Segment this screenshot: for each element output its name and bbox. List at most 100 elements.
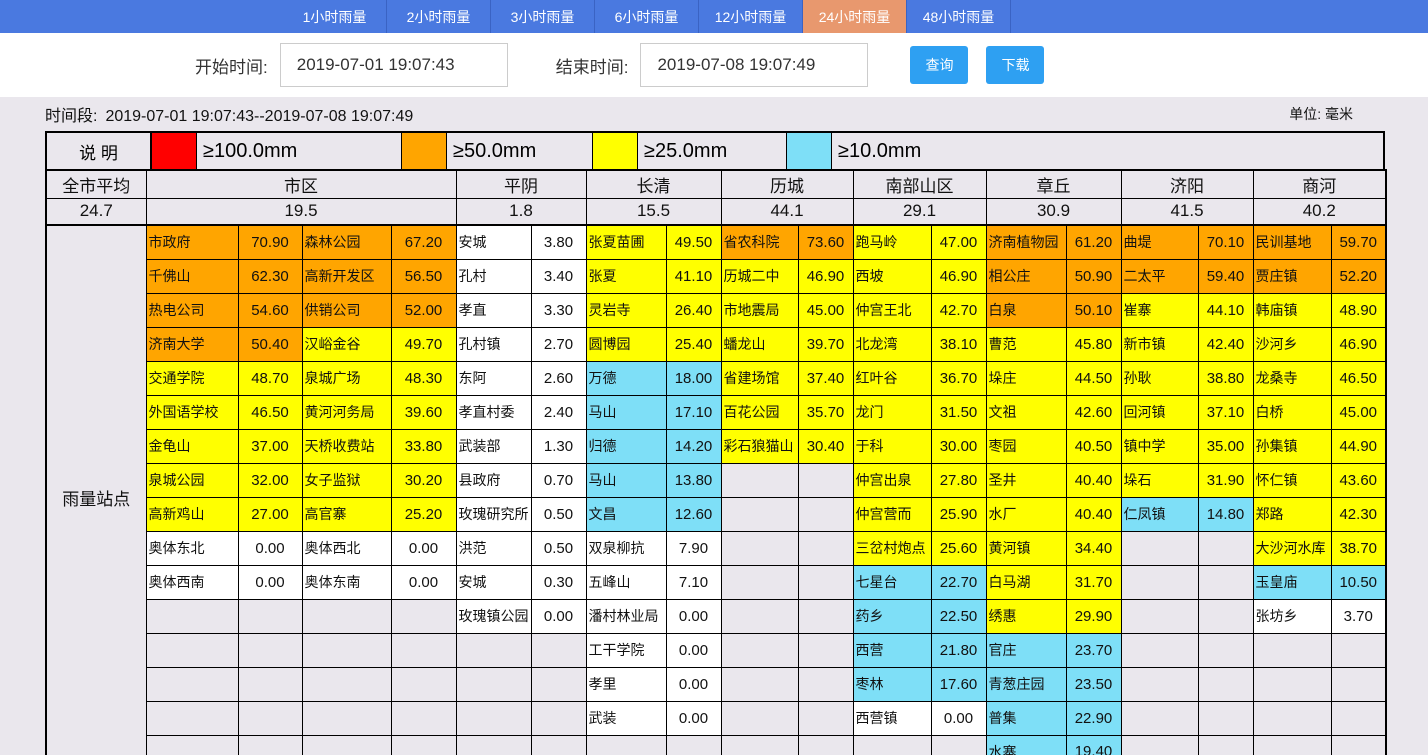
start-time-input[interactable]: [280, 43, 508, 87]
station-name-cell: 潘村林业局: [586, 599, 666, 633]
station-name-cell: [1121, 735, 1198, 755]
average-region-市区: 19.5: [146, 198, 456, 225]
station-name-cell: 安城: [456, 565, 531, 599]
station-value-cell: 40.40: [1066, 463, 1121, 497]
station-value-cell: 39.60: [391, 395, 456, 429]
station-name-cell: 外国语学校: [146, 395, 238, 429]
period-info-row: 时间段:2019-07-01 19:07:43--2019-07-08 19:0…: [0, 97, 1428, 131]
station-value-cell: 41.10: [666, 259, 721, 293]
station-value-cell: 3.70: [1331, 599, 1386, 633]
station-value-cell: 0.00: [238, 565, 302, 599]
station-value-cell: 42.30: [1331, 497, 1386, 531]
station-value-cell: [238, 633, 302, 667]
station-value-cell: [1331, 735, 1386, 755]
station-name-cell: 安城: [456, 225, 531, 259]
station-value-cell: 37.10: [1198, 395, 1253, 429]
station-value-cell: [1331, 633, 1386, 667]
station-name-cell: [146, 667, 238, 701]
station-value-cell: 50.40: [238, 327, 302, 361]
station-value-cell: 27.00: [238, 497, 302, 531]
download-button[interactable]: 下载: [986, 46, 1044, 84]
end-time-input[interactable]: [640, 43, 868, 87]
table-row: 交通学院48.70泉城广场48.30东阿2.60万德18.00省建场馆37.40…: [46, 361, 1386, 395]
legend-swatch: [151, 133, 197, 169]
station-name-cell: 民训基地: [1253, 225, 1331, 259]
station-value-cell: 44.50: [1066, 361, 1121, 395]
station-name-cell: 金龟山: [146, 429, 238, 463]
station-name-cell: 张夏苗圃: [586, 225, 666, 259]
station-name-cell: [721, 735, 798, 755]
station-value-cell: 14.80: [1198, 497, 1253, 531]
station-name-cell: 于科: [853, 429, 931, 463]
query-button[interactable]: 查询: [910, 46, 968, 84]
table-row: 奥体西南0.00奥体东南0.00安城0.30五峰山7.10七星台22.70白马湖…: [46, 565, 1386, 599]
station-name-cell: 绣惠: [986, 599, 1066, 633]
station-name-cell: 红叶谷: [853, 361, 931, 395]
tab-6小时雨量[interactable]: 6小时雨量: [595, 0, 699, 33]
station-name-cell: 枣园: [986, 429, 1066, 463]
tab-48小时雨量[interactable]: 48小时雨量: [907, 0, 1011, 33]
station-value-cell: 25.90: [931, 497, 986, 531]
station-name-cell: 高新开发区: [302, 259, 391, 293]
station-name-cell: 万德: [586, 361, 666, 395]
station-name-cell: 奥体西南: [146, 565, 238, 599]
station-value-cell: 49.50: [666, 225, 721, 259]
station-value-cell: 38.70: [1331, 531, 1386, 565]
station-name-cell: [456, 633, 531, 667]
station-value-cell: 42.70: [931, 293, 986, 327]
station-value-cell: [798, 497, 853, 531]
legend-title: 说 明: [47, 133, 151, 169]
station-value-cell: 2.70: [531, 327, 586, 361]
station-name-cell: 孝里: [586, 667, 666, 701]
station-name-cell: 仲宫出泉: [853, 463, 931, 497]
average-region-平阴: 1.8: [456, 198, 586, 225]
station-value-cell: 30.20: [391, 463, 456, 497]
station-name-cell: [302, 599, 391, 633]
station-value-cell: [798, 599, 853, 633]
tab-12小时雨量[interactable]: 12小时雨量: [699, 0, 803, 33]
station-name-cell: 千佛山: [146, 259, 238, 293]
station-value-cell: 31.50: [931, 395, 986, 429]
station-value-cell: [1198, 565, 1253, 599]
station-name-cell: [721, 633, 798, 667]
station-name-cell: [721, 565, 798, 599]
station-value-cell: 26.40: [666, 293, 721, 327]
station-value-cell: [391, 633, 456, 667]
table-row: 金龟山37.00天桥收费站33.80武装部1.30归德14.20彩石狼猫山30.…: [46, 429, 1386, 463]
station-value-cell: 0.00: [931, 701, 986, 735]
tab-24小时雨量[interactable]: 24小时雨量: [803, 0, 907, 33]
station-name-cell: 垛石: [1121, 463, 1198, 497]
legend-threshold-label: ≥100.0mm: [197, 133, 401, 169]
station-name-cell: [721, 599, 798, 633]
station-value-cell: 48.70: [238, 361, 302, 395]
station-name-cell: [586, 735, 666, 755]
station-value-cell: 22.90: [1066, 701, 1121, 735]
station-value-cell: 13.80: [666, 463, 721, 497]
station-name-cell: 怀仁镇: [1253, 463, 1331, 497]
tab-2小时雨量[interactable]: 2小时雨量: [387, 0, 491, 33]
header-region-章丘: 章丘: [986, 170, 1121, 198]
station-name-cell: 西坡: [853, 259, 931, 293]
tab-3小时雨量[interactable]: 3小时雨量: [491, 0, 595, 33]
station-value-cell: 50.10: [1066, 293, 1121, 327]
station-value-cell: 14.20: [666, 429, 721, 463]
station-value-cell: [391, 599, 456, 633]
station-name-cell: 贾庄镇: [1253, 259, 1331, 293]
station-value-cell: 43.60: [1331, 463, 1386, 497]
station-name-cell: 跑马岭: [853, 225, 931, 259]
station-name-cell: 白马湖: [986, 565, 1066, 599]
station-name-cell: 蟠龙山: [721, 327, 798, 361]
station-name-cell: 水厂: [986, 497, 1066, 531]
station-value-cell: 12.60: [666, 497, 721, 531]
station-name-cell: 孔村镇: [456, 327, 531, 361]
tab-1小时雨量[interactable]: 1小时雨量: [283, 0, 387, 33]
station-value-cell: 0.50: [531, 531, 586, 565]
station-name-cell: 张坊乡: [1253, 599, 1331, 633]
station-value-cell: 67.20: [391, 225, 456, 259]
station-value-cell: 0.30: [531, 565, 586, 599]
station-value-cell: 46.90: [798, 259, 853, 293]
station-name-cell: 奥体东北: [146, 531, 238, 565]
rainfall-table: 全市平均市区平阴长清历城南部山区章丘济阳商河 24.719.51.815.544…: [45, 169, 1387, 755]
station-value-cell: 54.60: [238, 293, 302, 327]
station-name-cell: [456, 735, 531, 755]
